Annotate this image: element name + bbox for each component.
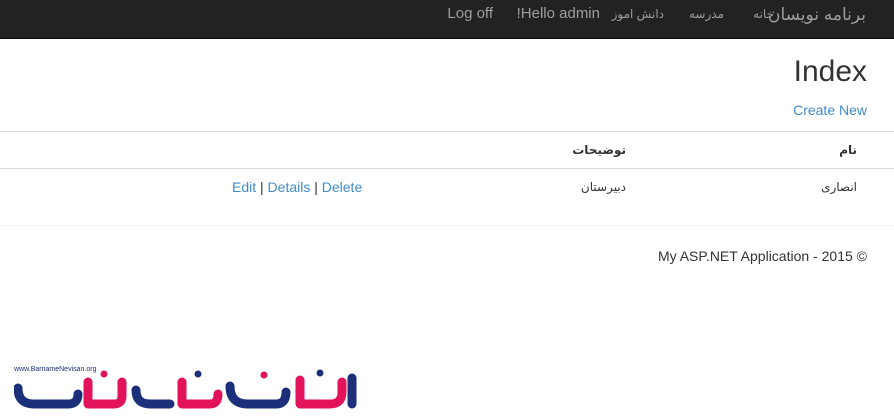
nav-link-school[interactable]: مدرسه (689, 7, 724, 21)
action-separator: | (260, 179, 264, 195)
user-greeting-link[interactable]: Hello admin! (517, 5, 600, 22)
delete-link[interactable]: Delete (322, 179, 362, 195)
table-top-border (0, 131, 894, 132)
logoff-link[interactable]: Log off (447, 5, 493, 22)
column-header-description: توضیحات (572, 143, 626, 157)
action-separator: | (314, 179, 318, 195)
table-header-border (0, 168, 894, 169)
footer-divider (0, 225, 894, 226)
details-link[interactable]: Details (268, 179, 311, 195)
watermark-url: www.BarnameNevisan.org (14, 366, 97, 373)
brand-link[interactable]: برنامه نویسان (768, 5, 866, 25)
cell-name: انصاری (821, 180, 857, 194)
top-navbar: برنامه نویسان خانه مدرسه دانش اموز Hello… (0, 0, 894, 39)
page-title: Index (793, 55, 867, 88)
nav-link-home[interactable]: خانه (753, 7, 774, 21)
cell-description: دبیرستان (580, 180, 626, 194)
edit-link[interactable]: Edit (232, 179, 256, 195)
create-new-link[interactable]: Create New (793, 102, 867, 118)
column-header-name: نام (839, 143, 857, 157)
watermark-logo: www.BarnameNevisan.org (13, 366, 364, 412)
footer-copyright: © 2015 - My ASP.NET Application (657, 248, 867, 264)
nav-link-student[interactable]: دانش اموز (612, 7, 664, 21)
row-actions: Edit | Details | Delete (232, 179, 362, 195)
